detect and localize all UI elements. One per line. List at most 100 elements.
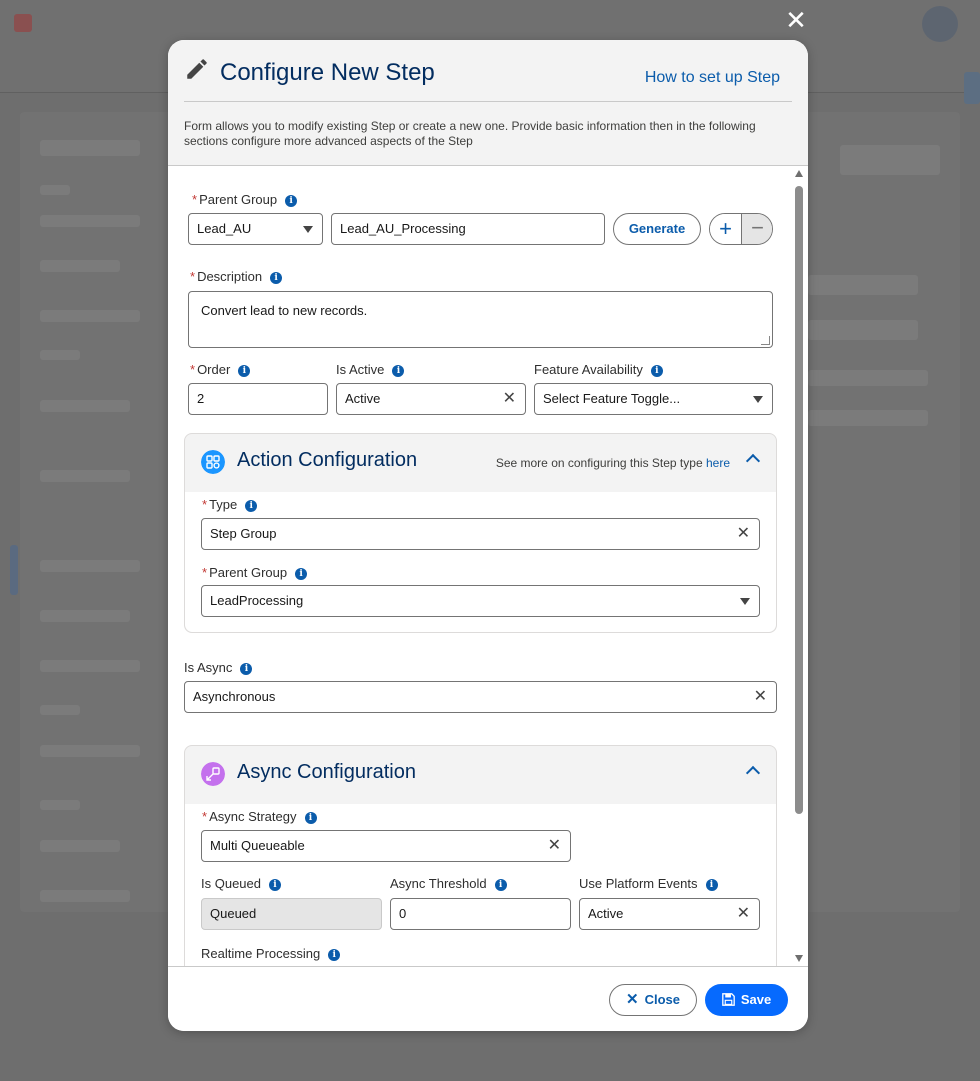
info-icon[interactable]: i — [269, 879, 281, 891]
info-icon[interactable]: i — [392, 365, 405, 377]
close-modal-icon[interactable]: ✕ — [784, 7, 808, 33]
info-icon[interactable]: i — [238, 365, 251, 377]
background-placeholder — [964, 72, 980, 104]
action-configuration-title: Action Configuration — [237, 449, 418, 471]
async-config-icon — [201, 762, 225, 786]
save-button[interactable]: Save — [705, 984, 788, 1016]
background-placeholder — [808, 275, 918, 295]
close-icon: ✕ — [626, 991, 639, 1008]
background-placeholder — [40, 745, 140, 757]
modal-description: Form allows you to modify existing Step … — [184, 119, 756, 148]
see-more-link[interactable]: here — [706, 456, 730, 470]
type-select[interactable]: Step Group ✕ — [201, 518, 760, 550]
info-icon[interactable]: i — [304, 812, 317, 824]
is-active-label: Is Active i — [336, 362, 405, 377]
chevron-down-icon — [753, 396, 763, 403]
background-logo-icon — [14, 14, 32, 32]
background-placeholder — [40, 705, 80, 715]
info-icon[interactable]: i — [705, 879, 718, 891]
collapse-chevron-icon[interactable] — [745, 453, 761, 469]
configure-step-modal: Configure New Step How to set up Step Fo… — [168, 40, 808, 1031]
clear-icon[interactable]: ✕ — [548, 831, 561, 861]
background-avatar — [922, 6, 958, 42]
clear-icon[interactable]: ✕ — [737, 519, 750, 549]
generate-button[interactable]: Generate — [613, 213, 701, 245]
background-placeholder — [40, 260, 120, 272]
background-placeholder — [40, 840, 120, 852]
info-icon[interactable]: i — [295, 568, 308, 580]
scroll-up-icon[interactable] — [795, 170, 803, 177]
action-parent-group-select[interactable]: LeadProcessing — [201, 585, 760, 617]
add-icon[interactable]: + — [710, 214, 741, 244]
clear-icon[interactable]: ✕ — [737, 899, 750, 929]
background-placeholder — [40, 610, 130, 622]
async-threshold-input[interactable]: 0 — [390, 898, 571, 930]
info-icon[interactable]: i — [328, 949, 341, 961]
type-label: * Type i — [202, 497, 258, 512]
scroll-thumb[interactable] — [795, 186, 803, 814]
collapse-chevron-icon[interactable] — [745, 765, 761, 781]
async-configuration-title: Async Configuration — [237, 761, 416, 783]
chevron-down-icon — [740, 598, 750, 605]
info-icon[interactable]: i — [650, 365, 663, 377]
modal-header: Configure New Step How to set up Step Fo… — [168, 40, 808, 166]
close-button[interactable]: ✕ Close — [609, 984, 697, 1016]
step-name-input[interactable]: Lead_AU_Processing — [331, 213, 605, 245]
is-active-select[interactable]: Active ✕ — [336, 383, 526, 415]
scroll-down-icon[interactable] — [795, 955, 803, 962]
info-icon[interactable]: i — [245, 500, 258, 512]
background-placeholder — [808, 370, 928, 386]
background-placeholder — [808, 320, 918, 340]
action-parent-group-label: * Parent Group i — [202, 565, 308, 580]
description-textarea[interactable]: Convert lead to new records. — [188, 291, 773, 348]
background-placeholder — [840, 145, 940, 175]
is-queued-field: Queued — [201, 898, 382, 930]
modal-footer: ✕ Close Save — [168, 966, 808, 1031]
async-configuration-section: Async Configuration * Async Strategy i Mul… — [184, 745, 777, 966]
background-placeholder — [40, 470, 130, 482]
order-input[interactable]: 2 — [188, 383, 328, 415]
use-platform-events-label: Use Platform Events i — [579, 876, 718, 891]
clear-icon[interactable]: ✕ — [754, 682, 767, 712]
feature-toggle-select[interactable]: Select Feature Toggle... — [534, 383, 773, 415]
info-icon[interactable]: i — [240, 663, 253, 675]
action-configuration-section: Action Configuration See more on configu… — [184, 433, 777, 633]
background-placeholder — [40, 400, 130, 412]
description-label: * Description i — [190, 269, 283, 284]
async-strategy-select[interactable]: Multi Queueable ✕ — [201, 830, 571, 862]
resize-handle-icon[interactable] — [761, 336, 770, 345]
pencil-icon — [187, 59, 207, 79]
realtime-processing-label: Realtime Processing i — [201, 946, 341, 961]
parent-group-label: * Parent Group i — [192, 192, 298, 207]
background-placeholder — [40, 310, 140, 322]
info-icon[interactable]: i — [270, 272, 283, 284]
clear-icon[interactable]: ✕ — [503, 384, 516, 414]
action-config-icon — [201, 450, 225, 474]
is-async-select[interactable]: Asynchronous ✕ — [184, 681, 777, 713]
remove-icon[interactable]: − — [741, 214, 772, 244]
background-placeholder — [40, 660, 140, 672]
background-placeholder — [808, 410, 928, 426]
is-async-label: Is Async i — [184, 660, 253, 675]
info-icon[interactable]: i — [285, 195, 298, 207]
modal-body[interactable]: * Parent Group i Lead_AU Lead_AU_Processin… — [168, 166, 808, 966]
background-placeholder — [10, 545, 18, 595]
parent-group-select[interactable]: Lead_AU — [188, 213, 323, 245]
feature-availability-label: Feature Availability i — [534, 362, 663, 377]
save-icon — [721, 993, 735, 1006]
order-label: * Order i — [190, 362, 251, 377]
async-threshold-label: Async Threshold i — [390, 876, 507, 891]
platform-events-select[interactable]: Active ✕ — [579, 898, 760, 930]
is-queued-label: Is Queued i — [201, 876, 281, 891]
background-placeholder — [40, 560, 140, 572]
background-placeholder — [40, 800, 80, 810]
header-divider — [184, 101, 792, 102]
background-placeholder — [40, 185, 70, 195]
info-icon[interactable]: i — [494, 879, 507, 891]
chevron-down-icon — [303, 226, 313, 233]
help-link[interactable]: How to set up Step — [645, 69, 780, 87]
add-remove-button-group: + − — [709, 213, 773, 245]
background-placeholder — [40, 350, 80, 360]
background-placeholder — [40, 215, 140, 227]
modal-scrollbar[interactable] — [794, 170, 804, 962]
